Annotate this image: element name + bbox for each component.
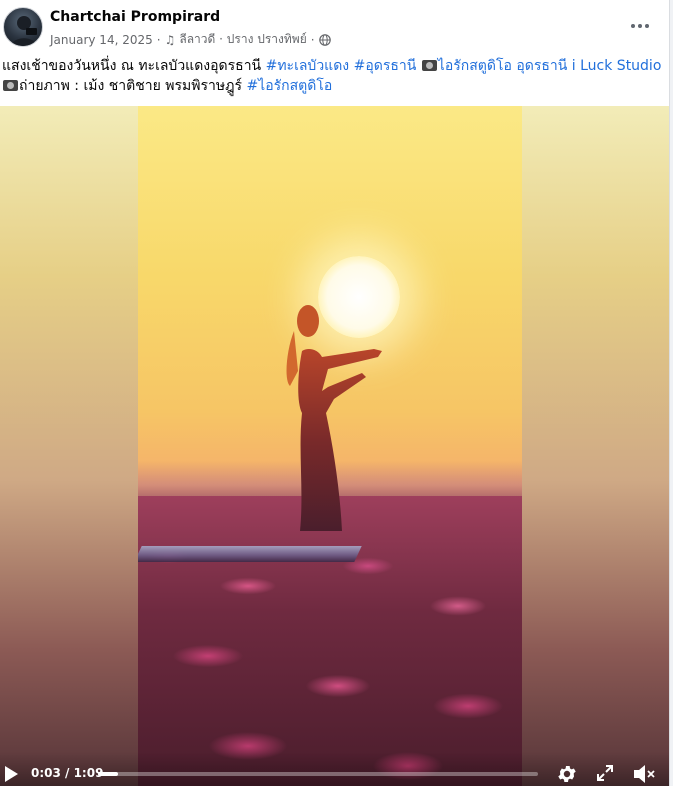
- more-dot: [638, 24, 642, 28]
- caption-credit: ถ่ายภาพ : เม้ง ชาติชาย พรมพิราษฎูร์: [19, 78, 247, 94]
- music-note-icon: ♫: [164, 32, 176, 47]
- author-avatar[interactable]: [3, 7, 43, 47]
- muted-speaker-icon[interactable]: [632, 763, 656, 785]
- caption-text: แสงเช้าของวันหนึ่ง ณ ทะเลบัวแดงอุดรธานี: [2, 58, 266, 74]
- globe-icon[interactable]: [318, 33, 331, 46]
- dancer-silhouette: [286, 305, 382, 531]
- progress-bar[interactable]: [98, 772, 538, 776]
- camera-icon: [421, 60, 437, 71]
- video-controls: 0:03 / 1:09: [0, 752, 669, 786]
- meta-separator-2: ·: [310, 32, 315, 47]
- more-options-icon: [631, 24, 635, 28]
- play-icon[interactable]: [5, 766, 19, 782]
- video-frame[interactable]: [138, 106, 522, 786]
- hashtag-link[interactable]: #อุดรธานี: [354, 58, 417, 74]
- more-options-button[interactable]: [622, 10, 658, 42]
- meta-separator: ·: [156, 32, 161, 47]
- post-card: Chartchai Prompirard January 14, 2025 · …: [0, 0, 670, 786]
- post-date[interactable]: January 14, 2025: [50, 33, 153, 47]
- caption-space: [416, 58, 420, 74]
- audio-label[interactable]: ลีลาวดี · ปราง ปรางทิพย์: [179, 30, 306, 49]
- author-name[interactable]: Chartchai Prompirard: [50, 9, 220, 25]
- post-caption: แสงเช้าของวันหนึ่ง ณ ทะเลบัวแดงอุดรธานี …: [2, 56, 662, 96]
- gear-icon[interactable]: [556, 763, 578, 785]
- post-meta: January 14, 2025 · ♫ ลีลาวดี · ปราง ปราง…: [50, 30, 331, 49]
- more-dot: [645, 24, 649, 28]
- post-header: Chartchai Prompirard January 14, 2025 · …: [0, 0, 669, 56]
- time-display: 0:03 / 1:09: [31, 766, 104, 780]
- avatar-silhouette-icon: [10, 16, 38, 46]
- camera-icon: [3, 80, 18, 91]
- video-player[interactable]: 0:03 / 1:09: [0, 106, 669, 786]
- hashtag-link[interactable]: #ทะเลบัวแดง: [266, 58, 350, 74]
- hashtag-link[interactable]: #ไอรักสตูดิโอ: [246, 78, 332, 94]
- fullscreen-icon[interactable]: [596, 764, 614, 782]
- progress-fill: [98, 772, 118, 776]
- page-link[interactable]: ไอรักสตูดิโอ อุดรธานี i Luck Studio: [438, 58, 662, 74]
